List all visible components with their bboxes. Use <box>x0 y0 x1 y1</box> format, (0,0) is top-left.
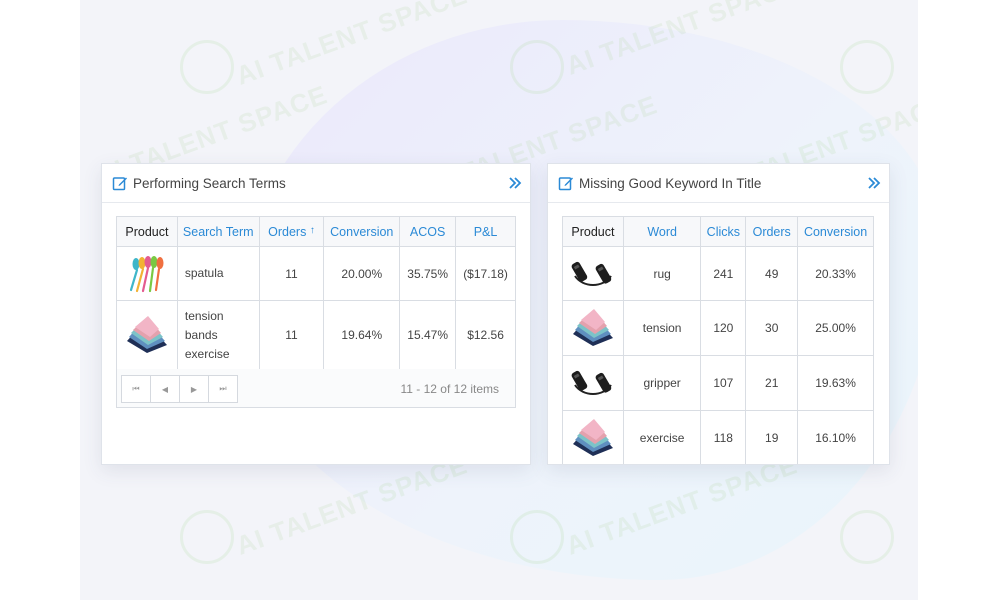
product-cell <box>562 410 624 464</box>
edit-icon <box>112 177 127 191</box>
panel-title: Missing Good Keyword In Title <box>579 175 762 191</box>
clicks-cell: 241 <box>700 246 747 301</box>
sort-ascending-icon: ↑ <box>309 224 315 236</box>
col-acos[interactable]: ACOS <box>399 216 457 247</box>
spatula-image <box>129 255 164 292</box>
table-row: tension 120 30 25.00% <box>562 300 874 356</box>
word-cell: exercise <box>622 410 702 464</box>
orders-cell: 21 <box>745 355 799 411</box>
watermark-logo-icon <box>510 40 564 94</box>
orders-cell: 30 <box>745 300 799 356</box>
search-term-cell: spatula <box>176 246 260 301</box>
expand-chevron-icon[interactable] <box>508 176 522 190</box>
col-product: Product <box>116 216 178 247</box>
prev-page-icon[interactable]: ◀ <box>150 375 180 403</box>
table-header-row: Product Search Term Orders ↑ Conversion … <box>116 216 516 247</box>
table-row: tension bands exercise 11 19.64% 15.47% … <box>116 300 516 370</box>
missing-keyword-table: Product Word Clicks Orders Conversion ru… <box>562 216 874 464</box>
table-row: spatula 11 20.00% 35.75% ($17.18) <box>116 246 516 301</box>
table-row: gripper 107 21 19.63% <box>562 355 874 411</box>
pnl-cell: $12.56 <box>455 300 516 370</box>
search-term-cell: tension bands exercise <box>176 300 260 370</box>
jump-rope-image <box>571 370 612 395</box>
orders-cell: 49 <box>745 246 799 301</box>
pnl-cell: ($17.18) <box>455 246 516 301</box>
clicks-cell: 107 <box>700 355 747 411</box>
col-orders[interactable]: Orders <box>745 216 799 247</box>
table-row: exercise 118 19 16.10% <box>562 410 874 464</box>
col-conversion[interactable]: Conversion <box>323 216 401 247</box>
acos-cell: 35.75% <box>399 246 457 301</box>
jump-rope-image <box>571 261 612 286</box>
panel-title: Performing Search Terms <box>133 175 286 191</box>
search-terms-table: Product Search Term Orders ↑ Conversion … <box>116 216 516 370</box>
word-cell: rug <box>622 246 702 301</box>
col-search-term[interactable]: Search Term <box>176 216 260 247</box>
orders-cell: 11 <box>258 300 325 370</box>
watermark-logo-icon <box>840 40 894 94</box>
word-cell: gripper <box>622 355 702 411</box>
table-row: rug 241 49 20.33% <box>562 246 874 301</box>
orders-cell: 11 <box>258 246 325 301</box>
product-cell <box>116 246 178 301</box>
col-orders[interactable]: Orders ↑ <box>258 216 325 247</box>
panel-header: Missing Good Keyword In Title <box>548 164 889 203</box>
first-page-icon[interactable]: ⏮ <box>121 375 151 403</box>
performing-search-terms-panel: Performing Search Terms Product Search T… <box>101 163 531 465</box>
col-clicks[interactable]: Clicks <box>700 216 747 247</box>
watermark-logo-icon <box>510 510 564 564</box>
panel-header: Performing Search Terms <box>102 164 530 203</box>
conversion-cell: 20.33% <box>797 246 874 301</box>
col-product: Product <box>562 216 624 247</box>
conversion-cell: 20.00% <box>323 246 401 301</box>
conversion-cell: 19.64% <box>323 300 401 370</box>
conversion-cell: 25.00% <box>797 300 874 356</box>
col-word[interactable]: Word <box>622 216 702 247</box>
orders-cell: 19 <box>745 410 799 464</box>
watermark-logo-icon <box>180 40 234 94</box>
acos-cell: 15.47% <box>399 300 457 370</box>
next-page-icon[interactable]: ▶ <box>179 375 209 403</box>
resistance-bands-image <box>126 316 167 353</box>
last-page-icon[interactable]: ⏭ <box>208 375 238 403</box>
pagination-info: 11 - 12 of 12 items <box>400 382 500 396</box>
watermark-logo-icon <box>180 510 234 564</box>
col-pnl[interactable]: P&L <box>455 216 516 247</box>
resistance-bands-image <box>572 419 613 456</box>
watermark-logo-icon <box>840 510 894 564</box>
col-conversion[interactable]: Conversion <box>797 216 874 247</box>
clicks-cell: 120 <box>700 300 747 356</box>
product-cell <box>562 246 624 301</box>
product-cell <box>562 300 624 356</box>
pagination-bar: ⏮ ◀ ▶ ⏭ 11 - 12 of 12 items <box>116 369 516 408</box>
table-header-row: Product Word Clicks Orders Conversion <box>562 216 874 247</box>
product-cell <box>562 355 624 411</box>
conversion-cell: 19.63% <box>797 355 874 411</box>
edit-icon <box>558 177 573 191</box>
clicks-cell: 118 <box>700 410 747 464</box>
product-cell <box>116 300 178 370</box>
missing-keyword-panel: Missing Good Keyword In Title Product Wo… <box>547 163 890 465</box>
word-cell: tension <box>622 300 702 356</box>
conversion-cell: 16.10% <box>797 410 874 464</box>
resistance-bands-image <box>572 309 613 346</box>
expand-chevron-icon[interactable] <box>867 176 881 190</box>
